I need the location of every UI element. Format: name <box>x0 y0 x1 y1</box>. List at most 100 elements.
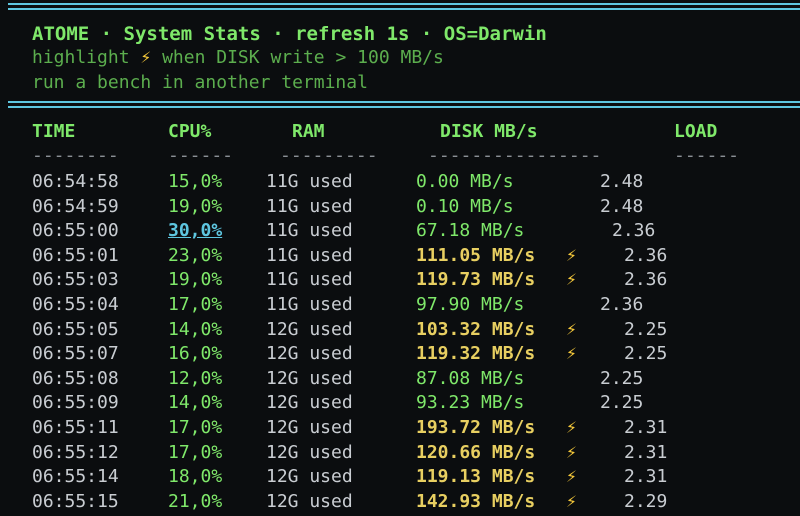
table-row: 06:55:12 17,0% 12G used 120.66 MB/s ⚡ 2.31 <box>0 441 800 465</box>
table-row: 06:54:58 15,0% 11G used 0.00 MB/s 2.48 <box>0 170 800 194</box>
cell-ram: 12G used <box>266 343 353 365</box>
cell-cpu: 23,0% <box>168 244 223 266</box>
table-row: 06:55:01 23,0% 11G used 111.05 MB/s ⚡ 2.36 <box>0 244 800 268</box>
cell-time: 06:55:09 <box>32 392 119 414</box>
cell-load: 2.31 <box>624 417 668 438</box>
cell-time: 06:55:01 <box>32 244 119 266</box>
cell-cpu: 21,0% <box>168 490 223 512</box>
cell-disk: 97.90 MB/s <box>416 294 525 315</box>
cell-load: 2.25 <box>600 392 644 414</box>
cell-disk: 120.66 MB/s <box>416 441 536 463</box>
cell-ram: 11G used <box>266 195 353 217</box>
table-row: 06:54:59 19,0% 11G used 0.10 MB/s 2.48 <box>0 195 800 219</box>
column-header-disk: DISK MB/s <box>440 121 538 142</box>
cell-time: 06:55:04 <box>32 294 119 315</box>
cell-disk: 103.32 MB/s <box>416 318 536 340</box>
top-rule <box>8 3 800 10</box>
cell-disk: 111.05 MB/s <box>416 244 536 266</box>
cell-cpu: 19,0% <box>168 195 223 217</box>
cell-time: 06:55:12 <box>32 441 119 463</box>
cell-ram: 12G used <box>266 417 353 438</box>
cell-cpu: 16,0% <box>168 343 223 365</box>
cell-ram: 12G used <box>266 392 353 414</box>
cell-load: 2.36 <box>612 220 656 242</box>
column-header-cpu: CPU% <box>168 121 212 142</box>
subtitle-prefix: highlight <box>32 47 130 68</box>
cell-disk: 87.08 MB/s <box>416 367 525 389</box>
cell-ram: 11G used <box>266 220 353 242</box>
cell-load: 2.48 <box>600 195 644 217</box>
column-header-load: LOAD <box>674 121 718 142</box>
lightning-icon: ⚡ <box>566 343 577 365</box>
cell-time: 06:55:15 <box>32 490 119 512</box>
cell-cpu: 30,0% <box>168 220 223 242</box>
header-subtitle: highlight ⚡ when DISK write > 100 MB/s <box>32 46 444 70</box>
cell-cpu: 17,0% <box>168 417 223 438</box>
column-divider-ram: --------- <box>280 145 378 166</box>
cell-time: 06:55:07 <box>32 343 119 365</box>
table-row: 06:55:14 18,0% 12G used 119.13 MB/s ⚡ 2.31 <box>0 465 800 489</box>
table-row: 06:55:15 21,0% 12G used 142.93 MB/s ⚡ 2.29 <box>0 490 800 514</box>
column-header-time: TIME <box>32 121 76 142</box>
lightning-icon: ⚡ <box>566 441 577 463</box>
cell-load: 2.48 <box>600 171 644 192</box>
cell-time: 06:55:00 <box>32 220 119 242</box>
cell-cpu: 15,0% <box>168 171 223 192</box>
cell-load: 2.36 <box>624 244 668 266</box>
terminal-window[interactable]: ATOME · System Stats · refresh 1s · OS=D… <box>0 0 800 516</box>
lightning-icon: ⚡ <box>566 417 577 438</box>
cell-ram: 12G used <box>266 490 353 512</box>
table-row: 06:55:11 17,0% 12G used 193.72 MB/s ⚡ 2.31 <box>0 416 800 440</box>
cell-load: 2.36 <box>600 294 644 315</box>
cell-load: 2.25 <box>600 367 644 389</box>
cell-cpu: 14,0% <box>168 318 223 340</box>
cell-ram: 12G used <box>266 441 353 463</box>
cell-load: 2.31 <box>624 441 668 463</box>
cell-ram: 12G used <box>266 466 353 488</box>
cell-ram: 12G used <box>266 367 353 389</box>
cell-time: 06:55:14 <box>32 466 119 488</box>
lightning-icon: ⚡ <box>566 269 577 291</box>
cell-disk: 119.32 MB/s <box>416 343 536 365</box>
cell-time: 06:54:58 <box>32 171 119 192</box>
table-row: 06:55:04 17,0% 11G used 97.90 MB/s 2.36 <box>0 293 800 317</box>
subtitle-suffix: when DISK write > 100 MB/s <box>162 47 444 68</box>
column-divider-time: -------- <box>32 145 119 166</box>
table-row: 06:55:08 12,0% 12G used 87.08 MB/s 2.25 <box>0 367 800 391</box>
cell-time: 06:55:05 <box>32 318 119 340</box>
cell-ram: 11G used <box>266 244 353 266</box>
cell-disk: 119.13 MB/s <box>416 466 536 488</box>
cell-cpu: 17,0% <box>168 441 223 463</box>
cell-cpu: 14,0% <box>168 392 223 414</box>
lightning-icon: ⚡ <box>566 490 577 512</box>
cell-cpu: 19,0% <box>168 269 223 291</box>
cell-time: 06:54:59 <box>32 195 119 217</box>
table-row: 06:55:00 30,0% 11G used 67.18 MB/s 2.36 <box>0 219 800 243</box>
cell-cpu: 17,0% <box>168 294 223 315</box>
column-divider-disk: ---------------- <box>428 145 602 166</box>
table-row: 06:55:07 16,0% 12G used 119.32 MB/s ⚡ 2.25 <box>0 342 800 366</box>
cell-load: 2.31 <box>624 466 668 488</box>
cell-time: 06:55:03 <box>32 269 119 291</box>
table-row: 06:55:03 19,0% 11G used 119.73 MB/s ⚡ 2.36 <box>0 268 800 292</box>
cell-disk: 67.18 MB/s <box>416 220 525 242</box>
cell-disk: 0.00 MB/s <box>416 171 514 192</box>
cell-load: 2.36 <box>624 269 668 291</box>
lightning-icon: ⚡ <box>566 466 577 488</box>
cell-load: 2.25 <box>624 318 668 340</box>
cell-ram: 11G used <box>266 171 353 192</box>
cell-ram: 11G used <box>266 269 353 291</box>
column-divider-cpu: ------ <box>168 145 234 166</box>
cell-time: 06:55:08 <box>32 367 119 389</box>
cell-load: 2.29 <box>624 490 668 512</box>
cell-cpu: 12,0% <box>168 367 223 389</box>
column-divider-load: ------ <box>674 145 740 166</box>
cell-ram: 11G used <box>266 294 353 315</box>
header-hint: run a bench in another terminal <box>32 72 368 93</box>
column-header-ram: RAM <box>292 121 325 142</box>
cell-disk: 119.73 MB/s <box>416 269 536 291</box>
lightning-icon: ⚡ <box>566 318 577 340</box>
table-row: 06:55:05 14,0% 12G used 103.32 MB/s ⚡ 2.25 <box>0 318 800 342</box>
lightning-icon: ⚡ <box>566 244 577 266</box>
table-row: 06:55:09 14,0% 12G used 93.23 MB/s 2.25 <box>0 391 800 415</box>
